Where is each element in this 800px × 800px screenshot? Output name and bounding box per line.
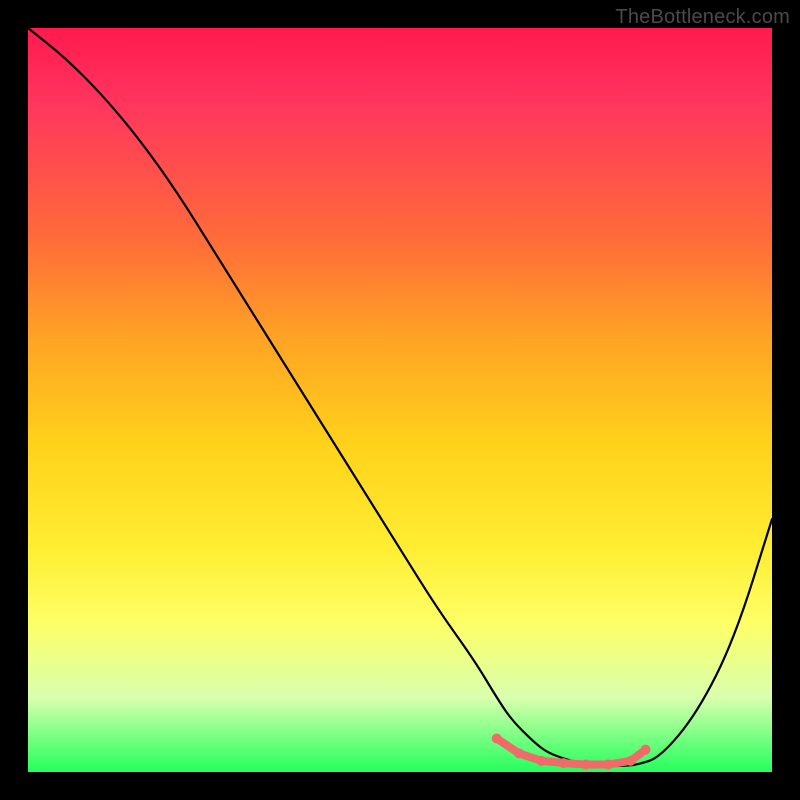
chart-plot-area — [28, 28, 772, 772]
bottleneck-curve — [28, 28, 772, 766]
optimal-band-dot — [626, 756, 636, 766]
optimal-band-dot — [559, 758, 569, 768]
optimal-band-dot — [514, 748, 524, 758]
optimal-band-dot — [581, 760, 591, 770]
watermark-text: TheBottleneck.com — [615, 6, 790, 29]
chart-svg — [28, 28, 772, 772]
optimal-band-dot — [492, 734, 502, 744]
optimal-band-dot — [603, 760, 613, 770]
optimal-band-dot — [536, 756, 546, 766]
optimal-band-dot — [641, 745, 651, 755]
